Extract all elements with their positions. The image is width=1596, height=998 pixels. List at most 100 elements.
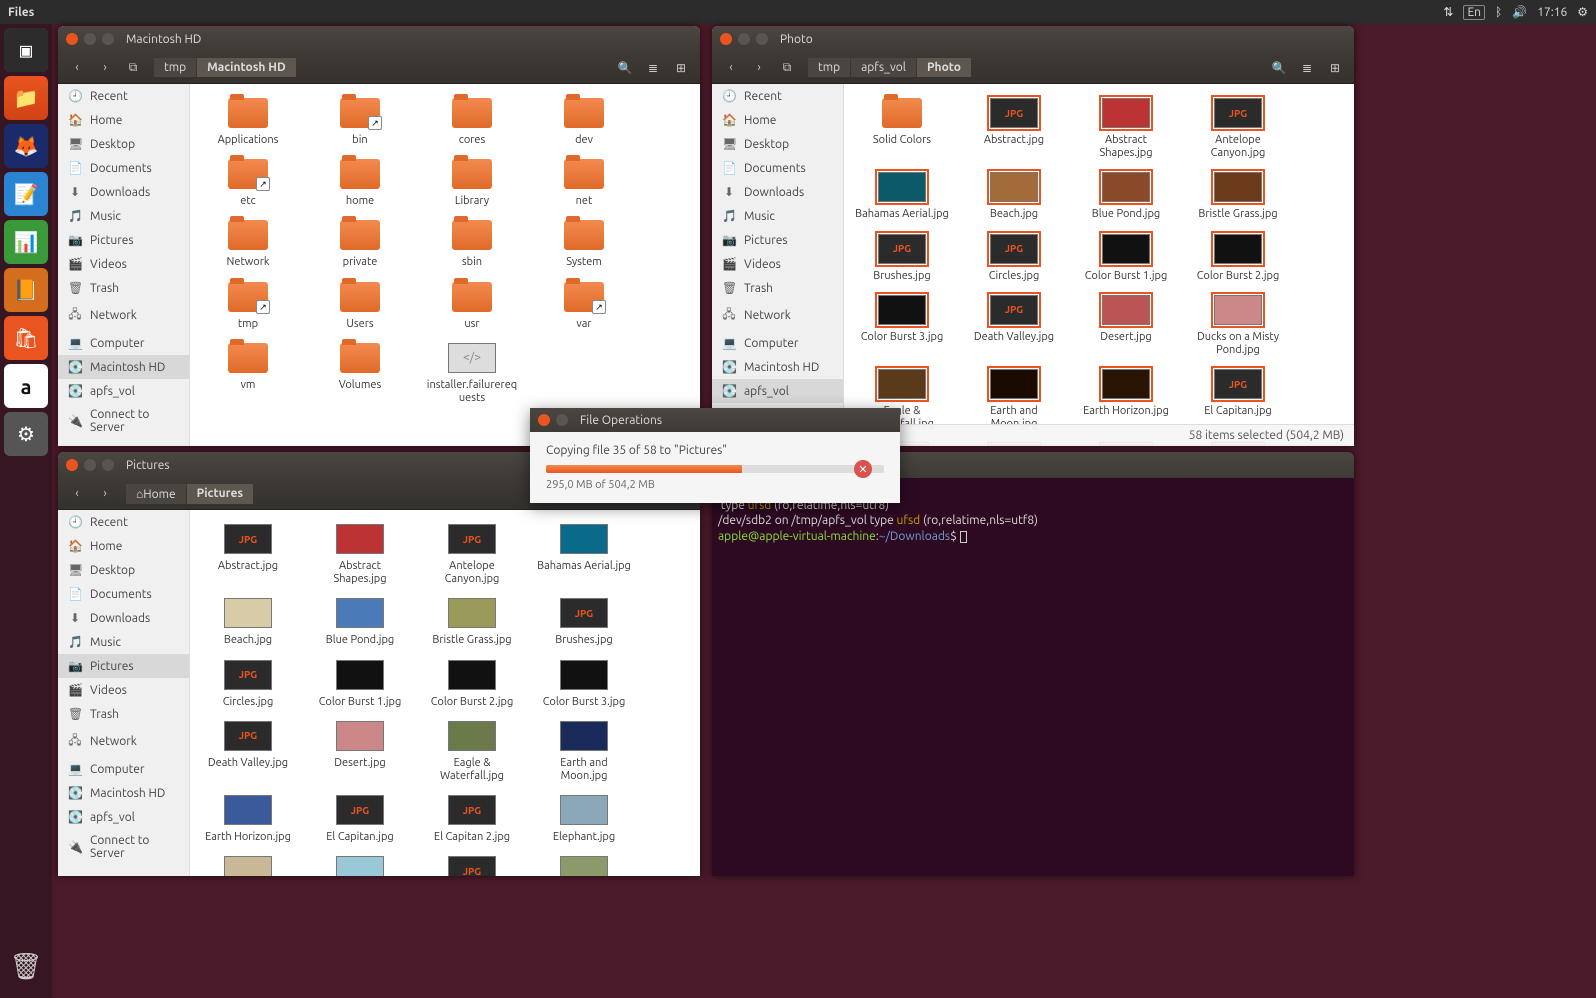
file-item[interactable]: Color Burst 1.jpg [1078, 230, 1174, 283]
file-item[interactable]: Color Burst 3.jpg [854, 291, 950, 357]
file-item[interactable]: Flamingos.jpg [200, 852, 296, 876]
icon-view[interactable]: JPGAbstract.jpgAbstract Shapes.jpgJPGAnt… [190, 510, 700, 876]
grid-view-icon[interactable]: ⊞ [1324, 57, 1346, 79]
file-item[interactable]: bin [312, 94, 408, 147]
sidebar-item-apfs_vol[interactable]: 💽apfs_vol [58, 379, 189, 403]
file-item[interactable]: sbin [424, 216, 520, 269]
grid-view-icon[interactable]: ⊞ [670, 57, 692, 79]
file-item[interactable]: JPGDeath Valley.jpg [200, 717, 296, 783]
calc-icon[interactable]: 📊 [4, 220, 48, 264]
sidebar-item-music[interactable]: 🎵Music [712, 204, 843, 228]
cancel-button[interactable]: ✕ [854, 460, 872, 478]
file-item[interactable]: JPGFloating Leaves.jpg [424, 852, 520, 876]
file-item[interactable]: vm [200, 339, 296, 405]
file-item[interactable]: Earth and Moon.jpg [536, 717, 632, 783]
sidebar-item-macintosh-hd[interactable]: 💽Macintosh HD [58, 781, 189, 805]
file-item[interactable]: Beach.jpg [966, 168, 1062, 221]
file-item[interactable]: Bahamas Aerial.jpg [854, 168, 950, 221]
file-item[interactable]: JPGCircles.jpg [200, 656, 296, 709]
sidebar-item-desktop[interactable]: 🖥Desktop [58, 558, 189, 582]
sidebar-item-trash[interactable]: 🗑Trash [712, 276, 843, 300]
file-item[interactable]: JPGCircles.jpg [966, 230, 1062, 283]
close-button[interactable] [66, 33, 78, 45]
amazon-icon[interactable]: a [4, 364, 48, 408]
file-item[interactable]: Earth Horizon.jpg [200, 791, 296, 844]
system-menu-icon[interactable]: ⚙ [1577, 5, 1588, 19]
file-item[interactable]: Solid Colors [854, 94, 950, 160]
file-item[interactable]: JPGAntelope Canyon.jpg [1190, 94, 1286, 160]
file-item[interactable]: Users [312, 278, 408, 331]
minimize-button[interactable] [84, 33, 96, 45]
forward-button[interactable]: › [748, 57, 770, 79]
file-item[interactable]: JPGAbstract.jpg [966, 94, 1062, 160]
file-item[interactable]: Bahamas Aerial.jpg [536, 520, 632, 586]
file-item[interactable]: Color Burst 3.jpg [536, 656, 632, 709]
sidebar-item-recent[interactable]: 🕘Recent [58, 84, 189, 108]
breadcrumb-segment[interactable]: Photo [917, 58, 971, 77]
file-item[interactable]: </>installer.failurerequests [424, 339, 520, 405]
sidebar-item-network[interactable]: 🖧Network [58, 726, 189, 757]
search-icon[interactable]: 🔍 [1268, 57, 1290, 79]
sidebar-item-connect-to-server[interactable]: 🔌Connect to Server [58, 403, 189, 439]
trash-icon[interactable]: 🗑 [4, 944, 48, 988]
sidebar-item-macintosh-hd[interactable]: 💽Macintosh HD [712, 355, 843, 379]
file-item[interactable]: Library [424, 155, 520, 208]
close-button[interactable] [720, 33, 732, 45]
language-indicator[interactable]: En [1463, 5, 1485, 20]
file-item[interactable]: Foggy Forest.jpg [536, 852, 632, 876]
file-item[interactable]: Ducks on a Misty Pond.jpg [1190, 291, 1286, 357]
icon-view[interactable]: ApplicationsbincoresdevetchomeLibrarynet… [190, 84, 700, 446]
sidebar-item-computer[interactable]: 💻Computer [712, 331, 843, 355]
breadcrumb-segment[interactable]: apfs_vol [851, 58, 916, 77]
file-item[interactable]: Color Burst 2.jpg [424, 656, 520, 709]
file-item[interactable]: JPGBrushes.jpg [536, 594, 632, 647]
forward-button[interactable]: › [94, 483, 116, 505]
file-item[interactable]: Blue Pond.jpg [1078, 168, 1174, 221]
file-item[interactable]: etc [200, 155, 296, 208]
sidebar-item-videos[interactable]: 🎬Videos [58, 678, 189, 702]
breadcrumb-segment[interactable]: Pictures [187, 484, 253, 504]
file-item[interactable]: Bristle Grass.jpg [1190, 168, 1286, 221]
sidebar-item-network[interactable]: 🖧Network [58, 300, 189, 331]
back-button[interactable]: ‹ [66, 57, 88, 79]
settings-icon[interactable]: ⚙ [4, 412, 48, 456]
sidebar-item-pictures[interactable]: 📷Pictures [58, 654, 189, 678]
icon-view[interactable]: Solid ColorsJPGAbstract.jpgAbstract Shap… [844, 84, 1354, 446]
file-item[interactable]: home [312, 155, 408, 208]
file-item[interactable]: cores [424, 94, 520, 147]
file-item[interactable]: Abstract Shapes.jpg [1078, 94, 1174, 160]
file-item[interactable]: Bristle Grass.jpg [424, 594, 520, 647]
firefox-icon[interactable]: 🦊 [4, 124, 48, 168]
back-button[interactable]: ‹ [720, 57, 742, 79]
breadcrumb-segment[interactable]: tmp [808, 58, 850, 77]
search-icon[interactable]: 🔍 [614, 57, 636, 79]
file-item[interactable]: JPGEl Capitan 2.jpg [424, 791, 520, 844]
file-item[interactable]: Elephant.jpg [536, 791, 632, 844]
sidebar-item-music[interactable]: 🎵Music [58, 204, 189, 228]
sidebar-item-downloads[interactable]: ⬇Downloads [58, 180, 189, 204]
new-window-icon[interactable]: ⧉ [122, 57, 144, 79]
minimize-button[interactable] [738, 33, 750, 45]
sidebar-item-apfs_vol[interactable]: 💽apfs_vol [712, 379, 843, 403]
sidebar-item-recent[interactable]: 🕘Recent [712, 84, 843, 108]
file-item[interactable]: private [312, 216, 408, 269]
writer-icon[interactable]: 📝 [4, 172, 48, 216]
file-item[interactable]: JPGAntelope Canyon.jpg [424, 520, 520, 586]
list-view-icon[interactable]: ≣ [642, 57, 664, 79]
file-item[interactable]: Applications [200, 94, 296, 147]
forward-button[interactable]: › [94, 57, 116, 79]
volume-icon[interactable]: 🔊 [1512, 5, 1527, 19]
list-view-icon[interactable]: ≣ [1296, 57, 1318, 79]
file-item[interactable]: Desert.jpg [312, 717, 408, 783]
sidebar-item-computer[interactable]: 💻Computer [58, 331, 189, 355]
file-item[interactable]: net [536, 155, 632, 208]
impress-icon[interactable]: 📙 [4, 268, 48, 312]
breadcrumb-segment[interactable]: Macintosh HD [197, 58, 296, 77]
file-item[interactable]: Abstract Shapes.jpg [312, 520, 408, 586]
file-item[interactable]: tmp [200, 278, 296, 331]
file-item[interactable]: JPGEl Capitan.jpg [312, 791, 408, 844]
breadcrumb-segment[interactable]: tmp [154, 58, 196, 77]
sidebar-item-macintosh-hd[interactable]: 💽Macintosh HD [58, 355, 189, 379]
close-button[interactable] [538, 414, 550, 426]
maximize-button[interactable] [756, 33, 768, 45]
